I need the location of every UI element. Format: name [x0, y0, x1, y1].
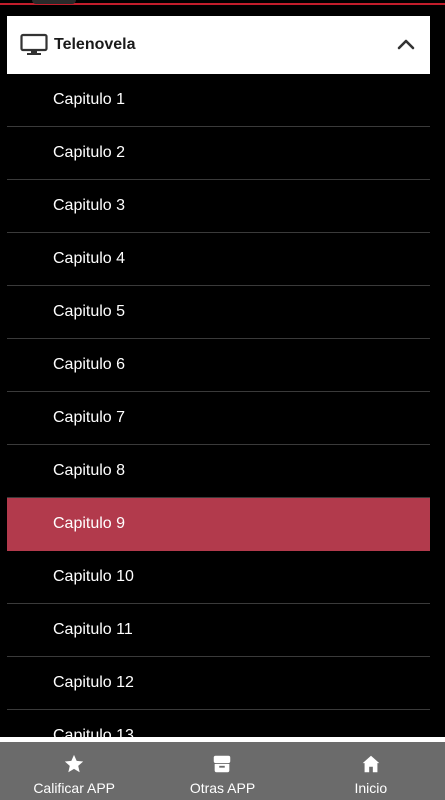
- chapter-item-8[interactable]: Capitulo 8: [7, 445, 430, 498]
- accordion-header-telenovela[interactable]: Telenovela: [7, 16, 430, 74]
- rate-app-button[interactable]: Calificar APP: [0, 742, 148, 800]
- accordion-title: Telenovela: [54, 36, 136, 53]
- chapter-item-5[interactable]: Capitulo 5: [7, 286, 430, 339]
- chapter-item-7[interactable]: Capitulo 7: [7, 392, 430, 445]
- chapter-item-9-active[interactable]: Capitulo 9: [7, 498, 430, 551]
- tv-icon: [20, 33, 48, 57]
- chapter-item-2[interactable]: Capitulo 2: [7, 127, 430, 180]
- chapter-item-12[interactable]: Capitulo 12: [7, 657, 430, 710]
- store-icon: [214, 755, 231, 773]
- rate-app-label: Calificar APP: [33, 780, 116, 796]
- top-accent-bar: [0, 0, 445, 5]
- chapter-item-13[interactable]: Capitulo 13: [7, 710, 430, 737]
- chapter-item-6[interactable]: Capitulo 6: [7, 339, 430, 392]
- home-icon: [362, 755, 380, 773]
- star-icon: [64, 754, 84, 773]
- chapter-item-11[interactable]: Capitulo 11: [7, 604, 430, 657]
- other-apps-button[interactable]: Otras APP: [148, 742, 296, 800]
- chapter-item-10[interactable]: Capitulo 10: [7, 551, 430, 604]
- chapter-item-1[interactable]: Capitulo 1: [7, 74, 430, 127]
- other-apps-label: Otras APP: [189, 780, 256, 796]
- home-button[interactable]: Inicio: [297, 742, 445, 800]
- chapter-item-4[interactable]: Capitulo 4: [7, 233, 430, 286]
- chevron-up-icon[interactable]: [394, 33, 418, 57]
- home-label: Inicio: [354, 780, 388, 796]
- chapter-list[interactable]: Capitulo 1 Capitulo 2 Capitulo 3 Capitul…: [7, 74, 430, 737]
- bottom-nav: Calificar APP Otras APP Inicio: [0, 742, 445, 800]
- chapter-item-3[interactable]: Capitulo 3: [7, 180, 430, 233]
- top-tab-nub: [32, 0, 76, 4]
